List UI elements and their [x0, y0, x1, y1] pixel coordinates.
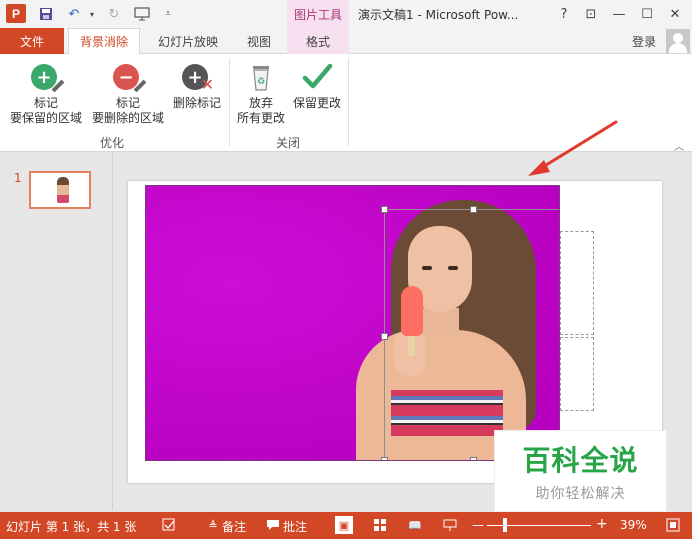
save-icon[interactable] [36, 4, 56, 24]
resize-handle[interactable] [559, 206, 560, 213]
redo-icon[interactable]: ↻ [104, 4, 124, 24]
slide-number: 1 [14, 171, 22, 185]
slideshow-view-icon[interactable] [441, 516, 459, 534]
help-button[interactable]: ? [551, 4, 577, 24]
reading-view-icon[interactable]: 📖 [406, 516, 424, 534]
ribbon-tab-row: 文件 背景消除 幻灯片放映 视图 格式 登录 [0, 28, 692, 55]
zoom-slider-thumb[interactable] [503, 518, 507, 532]
slides-panel: 1 [0, 153, 113, 510]
mark-keep-label-1: 标记 [33, 96, 58, 110]
minimize-button[interactable]: — [606, 4, 632, 24]
comments-button[interactable]: 批注 [283, 518, 307, 535]
normal-view-icon[interactable]: ▣ [335, 516, 353, 534]
collapse-ribbon-icon[interactable]: ︿ [674, 138, 684, 153]
placeholder-box[interactable] [560, 337, 594, 411]
user-avatar-icon[interactable] [666, 29, 690, 53]
discard-label-2: 所有更改 [236, 111, 285, 125]
zoom-level[interactable]: 39% [620, 518, 647, 532]
sign-in-link[interactable]: 登录 [632, 33, 656, 50]
mark-keep-label-2: 要保留的区域 [9, 111, 82, 125]
ribbon-group-separator [348, 58, 349, 146]
customize-toolbar-icon[interactable]: ⩡ [158, 4, 178, 24]
watermark: 百科全说 助你轻松解决 [494, 430, 667, 512]
zoom-out-button[interactable]: — [472, 518, 484, 532]
notes-icon[interactable]: ≜ [204, 516, 222, 534]
keep-changes-button[interactable]: 保留更改 [288, 60, 346, 111]
title-bar: P ↶ ▾ ↻ ⩡ 图片工具 演示文稿1 - Microsoft Pow... … [0, 0, 692, 28]
mark-areas-to-remove-button[interactable]: − 标记 要删除的区域 [88, 60, 168, 126]
resize-handle[interactable] [470, 457, 477, 460]
delete-mark-button[interactable]: + ✕ 删除标记 [168, 60, 226, 111]
keep-changes-label: 保留更改 [292, 96, 341, 110]
discard-label-1: 放弃 [248, 96, 273, 110]
status-bar: 幻灯片 第 1 张，共 1 张 ≜ 备注 批注 ▣ 📖 — + 39% [0, 512, 692, 539]
present-from-start-icon[interactable] [132, 4, 152, 24]
ribbon-group-separator [229, 58, 230, 146]
watermark-title: 百科全说 [522, 444, 639, 477]
slide-count-status: 幻灯片 第 1 张，共 1 张 [6, 520, 137, 534]
maximize-button[interactable]: ☐ [634, 4, 660, 24]
checkmark-icon [300, 60, 334, 94]
svg-text:♻: ♻ [257, 77, 265, 87]
picture-tools-context-header: 图片工具 [287, 0, 349, 28]
close-button[interactable]: ✕ [662, 4, 688, 24]
resize-handle[interactable] [381, 206, 388, 213]
discard-all-changes-button[interactable]: ♻ 放弃 所有更改 [232, 60, 290, 126]
tab-format[interactable]: 格式 [287, 28, 349, 54]
delete-mark-label: 删除标记 [172, 96, 221, 110]
notes-button[interactable]: 备注 [222, 518, 246, 535]
group-label-refine: 优化 [100, 136, 125, 150]
watermark-subtitle: 助你轻松解决 [535, 486, 626, 502]
group-label-close: 关闭 [276, 136, 301, 150]
document-title: 演示文稿1 - Microsoft Pow... [358, 8, 519, 22]
mark-areas-to-keep-button[interactable]: + 标记 要保留的区域 [6, 60, 86, 126]
slide-sorter-icon[interactable] [371, 516, 389, 534]
undo-icon[interactable]: ↶ [64, 4, 84, 24]
zoom-in-button[interactable]: + [596, 516, 608, 532]
annotation-arrow-icon [528, 120, 618, 176]
resize-handle[interactable] [381, 333, 388, 340]
mark-keep-icon: + [29, 60, 65, 94]
tab-slideshow[interactable]: 幻灯片放映 [146, 28, 230, 54]
mark-remove-label-1: 标记 [115, 96, 140, 110]
background-removal-picture[interactable] [145, 185, 560, 461]
mark-remove-icon: − [111, 60, 147, 94]
resize-handle[interactable] [381, 457, 388, 460]
recycle-bin-icon: ♻ [244, 60, 278, 94]
slide-thumbnail[interactable] [29, 171, 91, 209]
tab-view[interactable]: 视图 [236, 28, 282, 54]
comments-icon[interactable] [264, 516, 282, 534]
keep-area-selection-frame[interactable] [384, 209, 559, 460]
spell-check-icon[interactable] [160, 516, 178, 534]
fit-slide-icon[interactable] [664, 516, 682, 534]
tab-background-removal[interactable]: 背景消除 [68, 28, 140, 55]
resize-handle[interactable] [559, 333, 560, 340]
delete-mark-icon: + ✕ [180, 60, 214, 94]
tab-file[interactable]: 文件 [0, 28, 64, 54]
mark-remove-label-2: 要删除的区域 [91, 111, 164, 125]
ribbon-display-options-button[interactable]: ⊡ [578, 4, 604, 24]
resize-handle[interactable] [470, 206, 477, 213]
powerpoint-logo-icon[interactable]: P [6, 4, 26, 23]
undo-dropdown-icon[interactable]: ▾ [82, 4, 102, 24]
placeholder-box[interactable] [560, 231, 594, 335]
